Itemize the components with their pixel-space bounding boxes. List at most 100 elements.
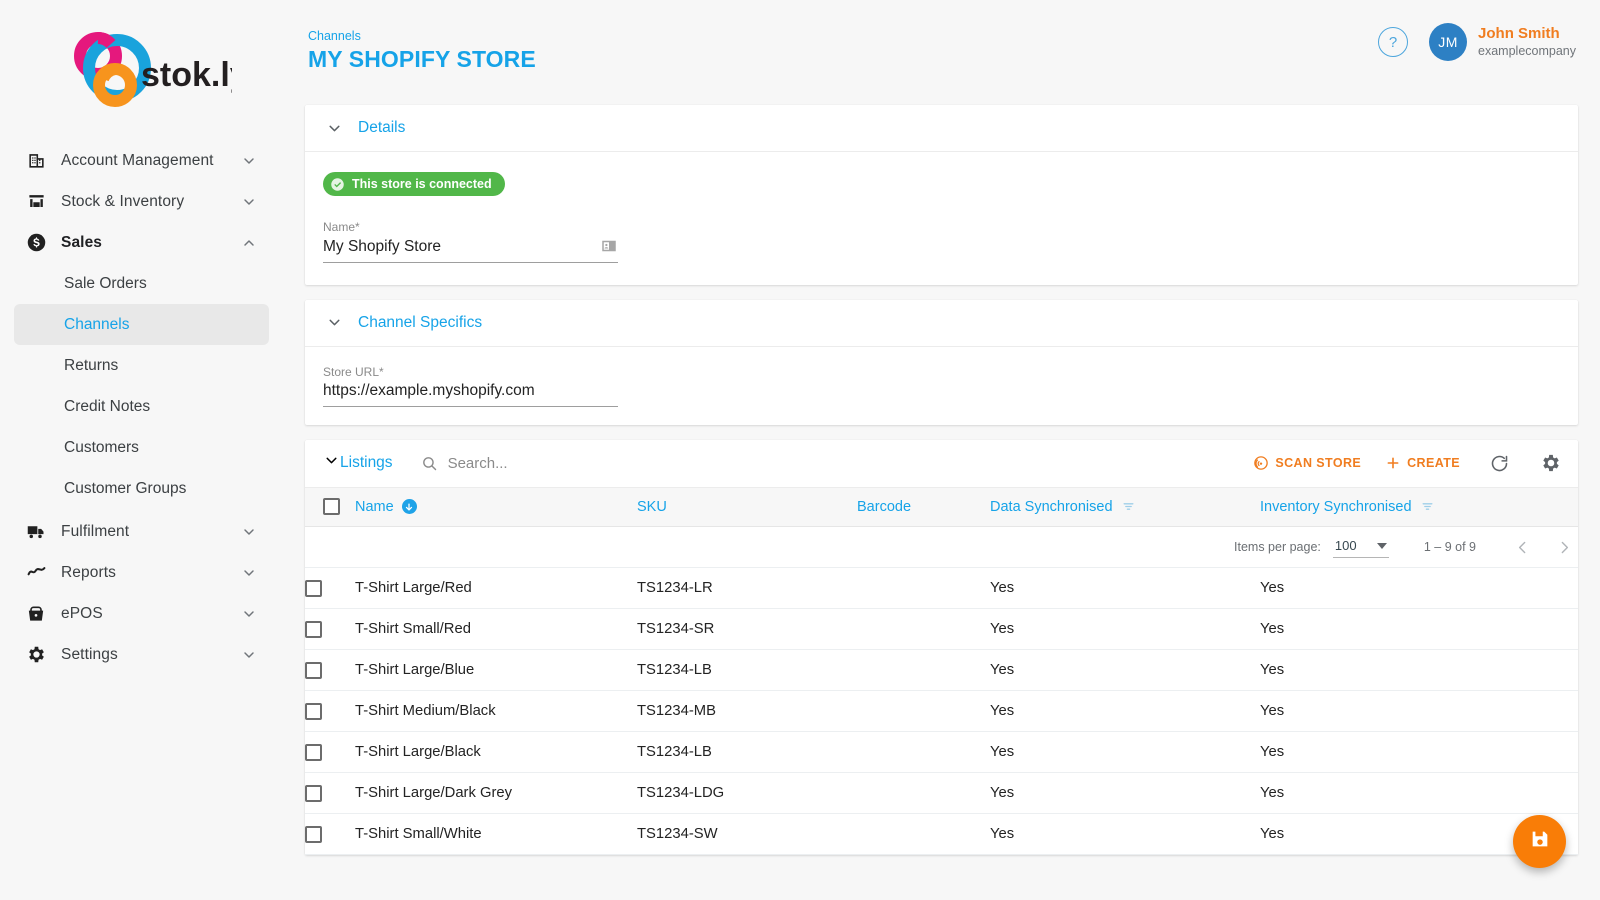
row-checkbox[interactable] bbox=[305, 703, 322, 720]
pagination-cell: Items per page: 100 1 – 9 of 9 bbox=[305, 527, 1578, 568]
chevron-down-icon[interactable] bbox=[239, 604, 259, 624]
scan-store-button[interactable]: SCAN STORE bbox=[1253, 455, 1361, 471]
breadcrumb[interactable]: Channels bbox=[308, 28, 536, 44]
row-barcode bbox=[857, 691, 990, 732]
sidebar-item-settings[interactable]: Settings bbox=[14, 634, 269, 675]
brand-logo[interactable]: stok.ly bbox=[0, 0, 283, 140]
sidebar-item-stock-inventory[interactable]: Stock & Inventory bbox=[14, 181, 269, 222]
table-row[interactable]: T-Shirt Large/Dark Grey TS1234-LDG Yes Y… bbox=[305, 773, 1578, 814]
row-sku: TS1234-LB bbox=[637, 732, 857, 773]
row-select-cell bbox=[305, 609, 355, 650]
column-name[interactable]: Name bbox=[355, 488, 637, 527]
chevron-up-icon[interactable] bbox=[239, 233, 259, 253]
row-inventory-synchronised: Yes bbox=[1260, 773, 1578, 814]
search-input[interactable] bbox=[448, 455, 748, 472]
chevron-down-icon[interactable] bbox=[239, 563, 259, 583]
sidebar-item-reports[interactable]: Reports bbox=[14, 552, 269, 593]
user-info[interactable]: John Smith examplecompany bbox=[1478, 25, 1576, 59]
next-page-button[interactable] bbox=[1550, 533, 1578, 561]
row-name: T-Shirt Large/Black bbox=[355, 732, 637, 773]
row-data-synchronised: Yes bbox=[990, 609, 1260, 650]
items-per-page-select[interactable]: 100 bbox=[1333, 536, 1389, 558]
row-name: T-Shirt Small/Red bbox=[355, 609, 637, 650]
row-checkbox[interactable] bbox=[305, 826, 322, 843]
sidebar-item-sales[interactable]: Sales bbox=[14, 222, 269, 263]
status-badge-label: This store is connected bbox=[352, 177, 492, 191]
scan-store-label: SCAN STORE bbox=[1275, 456, 1361, 470]
chevron-down-icon[interactable] bbox=[323, 312, 345, 334]
chevron-down-icon[interactable] bbox=[239, 192, 259, 212]
scan-signal-icon bbox=[1253, 455, 1269, 471]
refresh-icon[interactable] bbox=[1486, 450, 1512, 476]
name-field-wrapper: Name* bbox=[323, 220, 618, 263]
column-data-synchronised[interactable]: Data Synchronised bbox=[990, 488, 1260, 527]
gear-icon bbox=[24, 643, 48, 667]
row-checkbox[interactable] bbox=[305, 662, 322, 679]
page-title: MY SHOPIFY STORE bbox=[308, 45, 536, 73]
items-per-page-value: 100 bbox=[1335, 538, 1357, 553]
store-icon bbox=[24, 190, 48, 214]
topbar: Channels MY SHOPIFY STORE ? JM John Smit… bbox=[283, 0, 1600, 105]
chevron-down-icon[interactable] bbox=[323, 452, 340, 474]
sidebar-item-returns[interactable]: Returns bbox=[14, 345, 269, 386]
sidebar-item-label: ePOS bbox=[61, 605, 239, 623]
truck-icon bbox=[24, 520, 48, 544]
channel-specifics-card-body: Store URL* bbox=[305, 347, 1578, 425]
row-data-synchronised: Yes bbox=[990, 691, 1260, 732]
chevron-down-icon[interactable] bbox=[239, 645, 259, 665]
help-button[interactable]: ? bbox=[1378, 27, 1408, 57]
row-checkbox[interactable] bbox=[305, 785, 322, 802]
channel-specifics-card-header[interactable]: Channel Specifics bbox=[305, 300, 1578, 347]
table-row[interactable]: T-Shirt Large/Black TS1234-LB Yes Yes bbox=[305, 732, 1578, 773]
column-data-synchronised-label: Data Synchronised bbox=[990, 499, 1113, 515]
sidebar-item-sale-orders[interactable]: Sale Orders bbox=[14, 263, 269, 304]
sidebar-item-channels[interactable]: Channels bbox=[14, 304, 269, 345]
column-sku[interactable]: SKU bbox=[637, 488, 857, 527]
status-badge: This store is connected bbox=[323, 172, 505, 196]
sidebar-item-customers[interactable]: Customers bbox=[14, 427, 269, 468]
chevron-down-icon[interactable] bbox=[239, 151, 259, 171]
store-url-field-label: Store URL* bbox=[323, 365, 618, 379]
row-checkbox[interactable] bbox=[305, 621, 322, 638]
sidebar-item-label: Customers bbox=[64, 439, 139, 457]
chevron-down-icon[interactable] bbox=[323, 117, 345, 139]
select-all-checkbox[interactable] bbox=[323, 498, 340, 515]
filter-icon[interactable] bbox=[1421, 500, 1434, 513]
table-row[interactable]: T-Shirt Small/White TS1234-SW Yes Yes bbox=[305, 814, 1578, 855]
row-barcode bbox=[857, 650, 990, 691]
store-url-input[interactable] bbox=[323, 382, 618, 400]
sidebar-item-label: Account Management bbox=[61, 152, 239, 170]
row-data-synchronised: Yes bbox=[990, 568, 1260, 609]
save-button[interactable] bbox=[1513, 815, 1566, 868]
chevron-down-icon[interactable] bbox=[239, 522, 259, 542]
user-name: John Smith bbox=[1478, 25, 1576, 43]
sidebar-item-customer-groups[interactable]: Customer Groups bbox=[14, 468, 269, 509]
sidebar-item-label: Returns bbox=[64, 357, 118, 375]
avatar[interactable]: JM bbox=[1429, 23, 1467, 61]
name-field-line bbox=[323, 237, 618, 263]
topbar-actions: ? JM John Smith examplecompany bbox=[1378, 23, 1576, 61]
contact-card-icon[interactable] bbox=[600, 237, 618, 255]
sidebar-item-credit-notes[interactable]: Credit Notes bbox=[14, 386, 269, 427]
create-button[interactable]: CREATE bbox=[1385, 455, 1460, 471]
row-sku: TS1234-MB bbox=[637, 691, 857, 732]
filter-icon[interactable] bbox=[1122, 500, 1135, 513]
row-checkbox[interactable] bbox=[305, 744, 322, 761]
table-row[interactable]: T-Shirt Medium/Black TS1234-MB Yes Yes bbox=[305, 691, 1578, 732]
column-inventory-synchronised[interactable]: Inventory Synchronised bbox=[1260, 488, 1578, 527]
sidebar-item-account-management[interactable]: Account Management bbox=[14, 140, 269, 181]
sidebar-item-epos[interactable]: ePOS bbox=[14, 593, 269, 634]
name-input[interactable] bbox=[323, 238, 600, 256]
sidebar-item-fulfilment[interactable]: Fulfilment bbox=[14, 511, 269, 552]
gear-icon[interactable] bbox=[1538, 450, 1564, 476]
table-row[interactable]: T-Shirt Large/Red TS1234-LR Yes Yes bbox=[305, 568, 1578, 609]
previous-page-button[interactable] bbox=[1508, 533, 1536, 561]
sort-descending-icon[interactable] bbox=[402, 499, 417, 514]
row-checkbox[interactable] bbox=[305, 580, 322, 597]
table-row[interactable]: T-Shirt Large/Blue TS1234-LB Yes Yes bbox=[305, 650, 1578, 691]
details-card-header[interactable]: Details bbox=[305, 105, 1578, 152]
column-barcode[interactable]: Barcode bbox=[857, 488, 990, 527]
row-barcode bbox=[857, 568, 990, 609]
table-row[interactable]: T-Shirt Small/Red TS1234-SR Yes Yes bbox=[305, 609, 1578, 650]
row-inventory-synchronised: Yes bbox=[1260, 609, 1578, 650]
